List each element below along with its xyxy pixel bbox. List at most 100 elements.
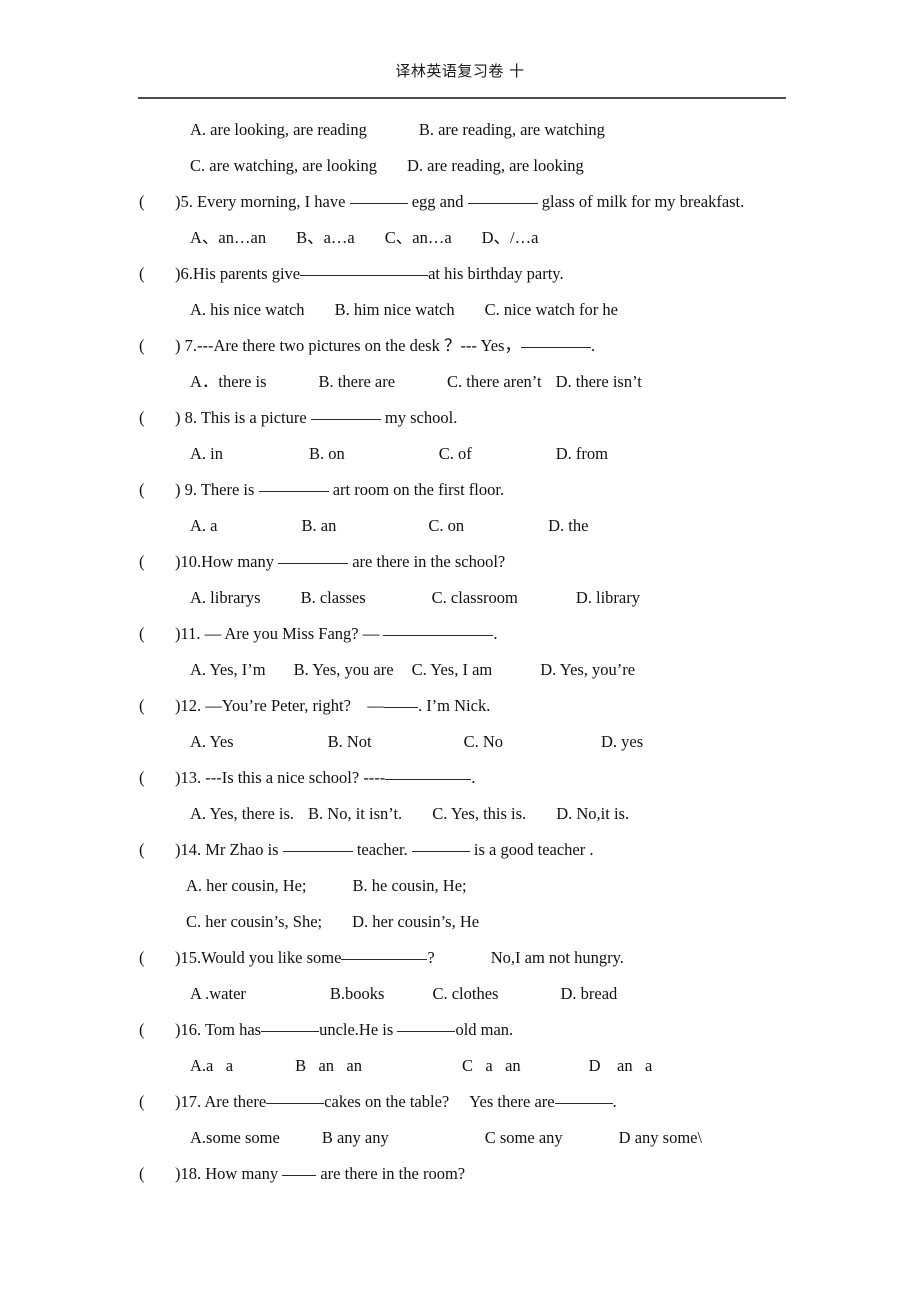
- question-options-row: A．there is B. there are C. there aren’t D. …: [0, 364, 920, 400]
- option-b[interactable]: B、a…a: [296, 228, 355, 247]
- option-b[interactable]: B. him nice watch: [335, 300, 455, 319]
- option-b[interactable]: B. he cousin, He;: [353, 876, 467, 895]
- question-stem-row: ( )12. —You’re Peter, right? — . I’m Nick…: [0, 688, 920, 724]
- option-a[interactable]: A. are looking, are reading: [190, 120, 367, 139]
- paren-open: (: [139, 552, 145, 571]
- option-c[interactable]: C. of: [439, 444, 472, 463]
- option-d[interactable]: D. her cousin’s, He: [352, 912, 479, 931]
- option-a[interactable]: A. a: [190, 516, 218, 535]
- question-stem-part: .: [590, 336, 596, 355]
- paren-open: (: [139, 1164, 145, 1183]
- option-c[interactable]: C a an: [462, 1056, 521, 1075]
- option-c[interactable]: C. on: [428, 516, 464, 535]
- option-c[interactable]: C. her cousin’s, She;: [186, 912, 322, 931]
- question-stem: ) 7.---Are there two pictures on the des…: [175, 328, 595, 364]
- fill-blank[interactable]: [397, 1031, 456, 1032]
- option-a[interactable]: A．there is: [190, 372, 267, 391]
- option-a[interactable]: A .water: [190, 984, 246, 1003]
- fill-blank[interactable]: [300, 275, 429, 276]
- fill-blank[interactable]: [520, 347, 591, 348]
- question-stem-part: ) 7.---Are there two pictures on the des…: [175, 336, 521, 355]
- option-d[interactable]: D. No,it is.: [556, 804, 629, 823]
- fill-blank[interactable]: [383, 635, 494, 636]
- question-options-row: A.a a B an an C a an D an a: [0, 1048, 920, 1084]
- option-group: A. Yes, there is. B. No, it isn’t. C. Yes,…: [190, 796, 629, 832]
- page-title: 译林英语复习卷 十: [395, 62, 525, 80]
- option-c[interactable]: C、an…a: [385, 228, 452, 247]
- option-d[interactable]: D. are reading, are looking: [407, 156, 584, 175]
- question-stem-part: at his birthday party.: [428, 264, 564, 283]
- question-stem-part: )12. —You’re Peter, right? —: [175, 696, 384, 715]
- question-stem-row: ( )17. Are there cakes on the table? Yes …: [0, 1084, 920, 1120]
- question-options-row: A .water B.books C. clothes D. bread: [0, 976, 920, 1012]
- option-a[interactable]: A.a a: [190, 1056, 233, 1075]
- question-stem-part: . I’m Nick.: [417, 696, 491, 715]
- fill-blank[interactable]: [411, 851, 470, 852]
- option-d[interactable]: D. from: [556, 444, 608, 463]
- option-d[interactable]: D any some\: [619, 1128, 702, 1147]
- option-a[interactable]: A. her cousin, He;: [186, 876, 307, 895]
- option-c[interactable]: C some any: [485, 1128, 563, 1147]
- option-d[interactable]: D、/…a: [482, 228, 539, 247]
- fill-blank[interactable]: [467, 203, 538, 204]
- question-stem-row: ( )18. How many are there in the room?: [0, 1156, 920, 1192]
- option-group: A. librarys B. classes C. classroom D. libr…: [190, 580, 640, 616]
- fill-blank[interactable]: [341, 959, 428, 960]
- option-b[interactable]: B. there are: [319, 372, 396, 391]
- question-stem-row: ( )13. ---Is this a nice school? ----.: [0, 760, 920, 796]
- fill-blank[interactable]: [261, 1031, 320, 1032]
- option-b[interactable]: B an an: [295, 1056, 362, 1075]
- option-b[interactable]: B any any: [322, 1128, 389, 1147]
- option-b[interactable]: B. are reading, are watching: [419, 120, 605, 139]
- option-d[interactable]: D. Yes, you’re: [540, 660, 635, 679]
- option-group: A.a a B an an C a an D an a: [190, 1048, 652, 1084]
- fill-blank[interactable]: [282, 851, 353, 852]
- option-group: A. Yes, I’m B. Yes, you are C. Yes, I am D.…: [190, 652, 635, 688]
- option-c[interactable]: C. Yes, this is.: [432, 804, 526, 823]
- fill-blank[interactable]: [278, 563, 349, 564]
- option-b[interactable]: B. classes: [301, 588, 366, 607]
- option-c[interactable]: C. there aren’t: [447, 372, 542, 391]
- fill-blank[interactable]: [349, 203, 408, 204]
- option-b[interactable]: B.books: [330, 984, 385, 1003]
- fill-blank[interactable]: [383, 707, 418, 708]
- fill-blank[interactable]: [385, 779, 472, 780]
- paren-open: (: [139, 768, 145, 787]
- fill-blank[interactable]: [282, 1175, 317, 1176]
- option-d[interactable]: D. the: [548, 516, 588, 535]
- option-d[interactable]: D an a: [589, 1056, 653, 1075]
- question-stem-part: cakes on the table? Yes there are: [324, 1092, 555, 1111]
- option-d[interactable]: D. there isn’t: [556, 372, 642, 391]
- option-a[interactable]: A. in: [190, 444, 223, 463]
- fill-blank[interactable]: [258, 491, 329, 492]
- option-b[interactable]: B. Not: [328, 732, 372, 751]
- option-c[interactable]: C. nice watch for he: [485, 300, 618, 319]
- option-c[interactable]: C. Yes, I am: [412, 660, 493, 679]
- option-c[interactable]: C. No: [464, 732, 503, 751]
- question-stem-row: ( )15.Would you like some? No,I am not hu…: [0, 940, 920, 976]
- option-b[interactable]: B. No, it isn’t.: [308, 804, 402, 823]
- option-b[interactable]: B. on: [309, 444, 345, 463]
- fill-blank[interactable]: [266, 1103, 325, 1104]
- option-a[interactable]: A、an…an: [190, 228, 266, 247]
- option-a[interactable]: A. Yes, I’m: [190, 660, 266, 679]
- option-a[interactable]: A. librarys: [190, 588, 261, 607]
- option-a[interactable]: A. Yes, there is.: [190, 804, 294, 823]
- option-b[interactable]: B. Yes, you are: [294, 660, 394, 679]
- option-b[interactable]: B. an: [302, 516, 337, 535]
- option-d[interactable]: D. yes: [601, 732, 643, 751]
- option-a[interactable]: A. his nice watch: [190, 300, 305, 319]
- option-c[interactable]: C. clothes: [432, 984, 498, 1003]
- option-c[interactable]: C. are watching, are looking: [190, 156, 377, 175]
- fill-blank[interactable]: [554, 1103, 613, 1104]
- question-options-row: A. Yes, I’m B. Yes, you are C. Yes, I am D.…: [0, 652, 920, 688]
- option-a[interactable]: A. Yes: [190, 732, 234, 751]
- option-d[interactable]: D. library: [576, 588, 640, 607]
- question-stem: )12. —You’re Peter, right? — . I’m Nick.: [175, 688, 490, 724]
- option-d[interactable]: D. bread: [560, 984, 617, 1003]
- question-stem-part: is a good teacher .: [469, 840, 594, 859]
- option-group: C. her cousin’s, She; D. her cousin’s, He: [186, 904, 479, 940]
- fill-blank[interactable]: [310, 419, 381, 420]
- option-a[interactable]: A.some some: [190, 1128, 280, 1147]
- option-c[interactable]: C. classroom: [432, 588, 518, 607]
